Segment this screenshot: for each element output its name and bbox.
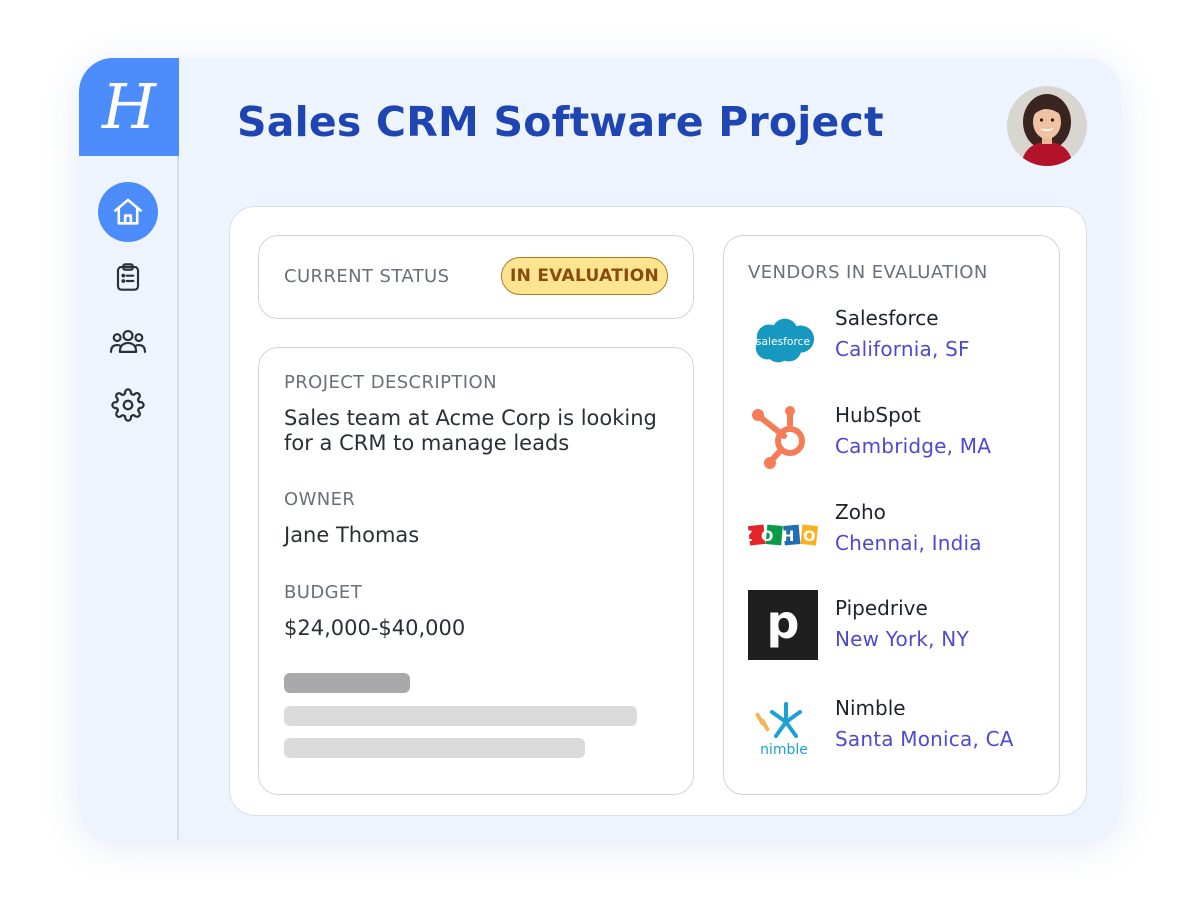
project-card: CURRENT STATUS IN EVALUATION PROJECT DES… — [229, 206, 1087, 816]
project-details-panel: PROJECT DESCRIPTION Sales team at Acme C… — [258, 347, 694, 795]
status-label: CURRENT STATUS — [284, 266, 450, 287]
pipedrive-logo: p — [748, 590, 818, 660]
salesforce-logo-text: salesforce — [756, 335, 810, 348]
home-icon — [113, 198, 143, 225]
vendor-name: Pipedrive — [835, 596, 928, 620]
hubspot-sprocket-icon — [752, 406, 805, 469]
nimble-logo: nimble — [748, 694, 818, 764]
user-avatar[interactable] — [1007, 86, 1087, 166]
sidebar: H — [79, 58, 179, 840]
sidebar-item-tasks[interactable] — [98, 247, 158, 307]
status-badge: IN EVALUATION — [501, 257, 668, 295]
gear-icon — [111, 388, 145, 422]
vendor-name: Zoho — [835, 500, 886, 524]
vendor-item-pipedrive[interactable]: p Pipedrive New York, NY — [748, 590, 1048, 662]
status-panel: CURRENT STATUS IN EVALUATION — [258, 235, 694, 319]
zoho-logo: ZOHO — [748, 500, 818, 570]
vendor-item-nimble[interactable]: nimble Nimble Santa Monica, CA — [748, 694, 1048, 766]
vendor-name: Salesforce — [835, 306, 939, 330]
owner-value: Jane Thomas — [284, 523, 420, 547]
sidebar-item-settings[interactable] — [98, 375, 158, 435]
skeleton-line — [284, 706, 637, 726]
zoho-tiles-icon: ZOHO — [748, 524, 818, 546]
app-logo[interactable]: H — [79, 58, 179, 156]
vendor-location[interactable]: New York, NY — [835, 627, 969, 651]
sidebar-item-home[interactable] — [98, 182, 158, 242]
vendor-item-zoho[interactable]: ZOHO Zoho Chennai, India — [748, 500, 1048, 572]
skeleton-line — [284, 738, 585, 758]
vendor-name: HubSpot — [835, 403, 921, 427]
app-window: H Sales CRM Software Project CURRENT STA… — [79, 58, 1121, 840]
vendor-location[interactable]: Cambridge, MA — [835, 434, 991, 458]
budget-label: BUDGET — [284, 582, 363, 603]
pipedrive-logo-text: p — [766, 595, 800, 649]
vendor-name: Nimble — [835, 696, 906, 720]
project-description: Sales team at Acme Corp is looking for a… — [284, 406, 657, 455]
vendor-item-hubspot[interactable]: HubSpot Cambridge, MA — [748, 403, 1048, 475]
budget-value: $24,000-$40,000 — [284, 616, 466, 640]
vendor-item-salesforce[interactable]: salesforce Salesforce California, SF — [748, 306, 1048, 378]
zoho-logo-text: ZOHO — [748, 528, 818, 545]
clipboard-icon — [116, 263, 140, 291]
description-label: PROJECT DESCRIPTION — [284, 372, 497, 393]
salesforce-cloud-icon: salesforce — [755, 318, 815, 363]
users-icon — [109, 330, 147, 353]
vendor-location[interactable]: Chennai, India — [835, 531, 982, 555]
logo-letter: H — [101, 70, 157, 143]
avatar-image — [1007, 86, 1087, 166]
page-title: Sales CRM Software Project — [237, 98, 884, 146]
salesforce-logo: salesforce — [748, 306, 818, 376]
owner-label: OWNER — [284, 489, 356, 510]
nimble-logo-text: nimble — [760, 742, 808, 758]
vendor-location[interactable]: California, SF — [835, 337, 970, 361]
vendors-panel: VENDORS IN EVALUATION salesforce Salesfo… — [723, 235, 1060, 795]
nimble-star-icon: nimble — [755, 702, 808, 758]
skeleton-line — [284, 673, 410, 693]
sidebar-item-team[interactable] — [98, 311, 158, 371]
vendor-location[interactable]: Santa Monica, CA — [835, 727, 1014, 751]
vendors-label: VENDORS IN EVALUATION — [748, 262, 988, 283]
hubspot-logo — [748, 403, 818, 473]
